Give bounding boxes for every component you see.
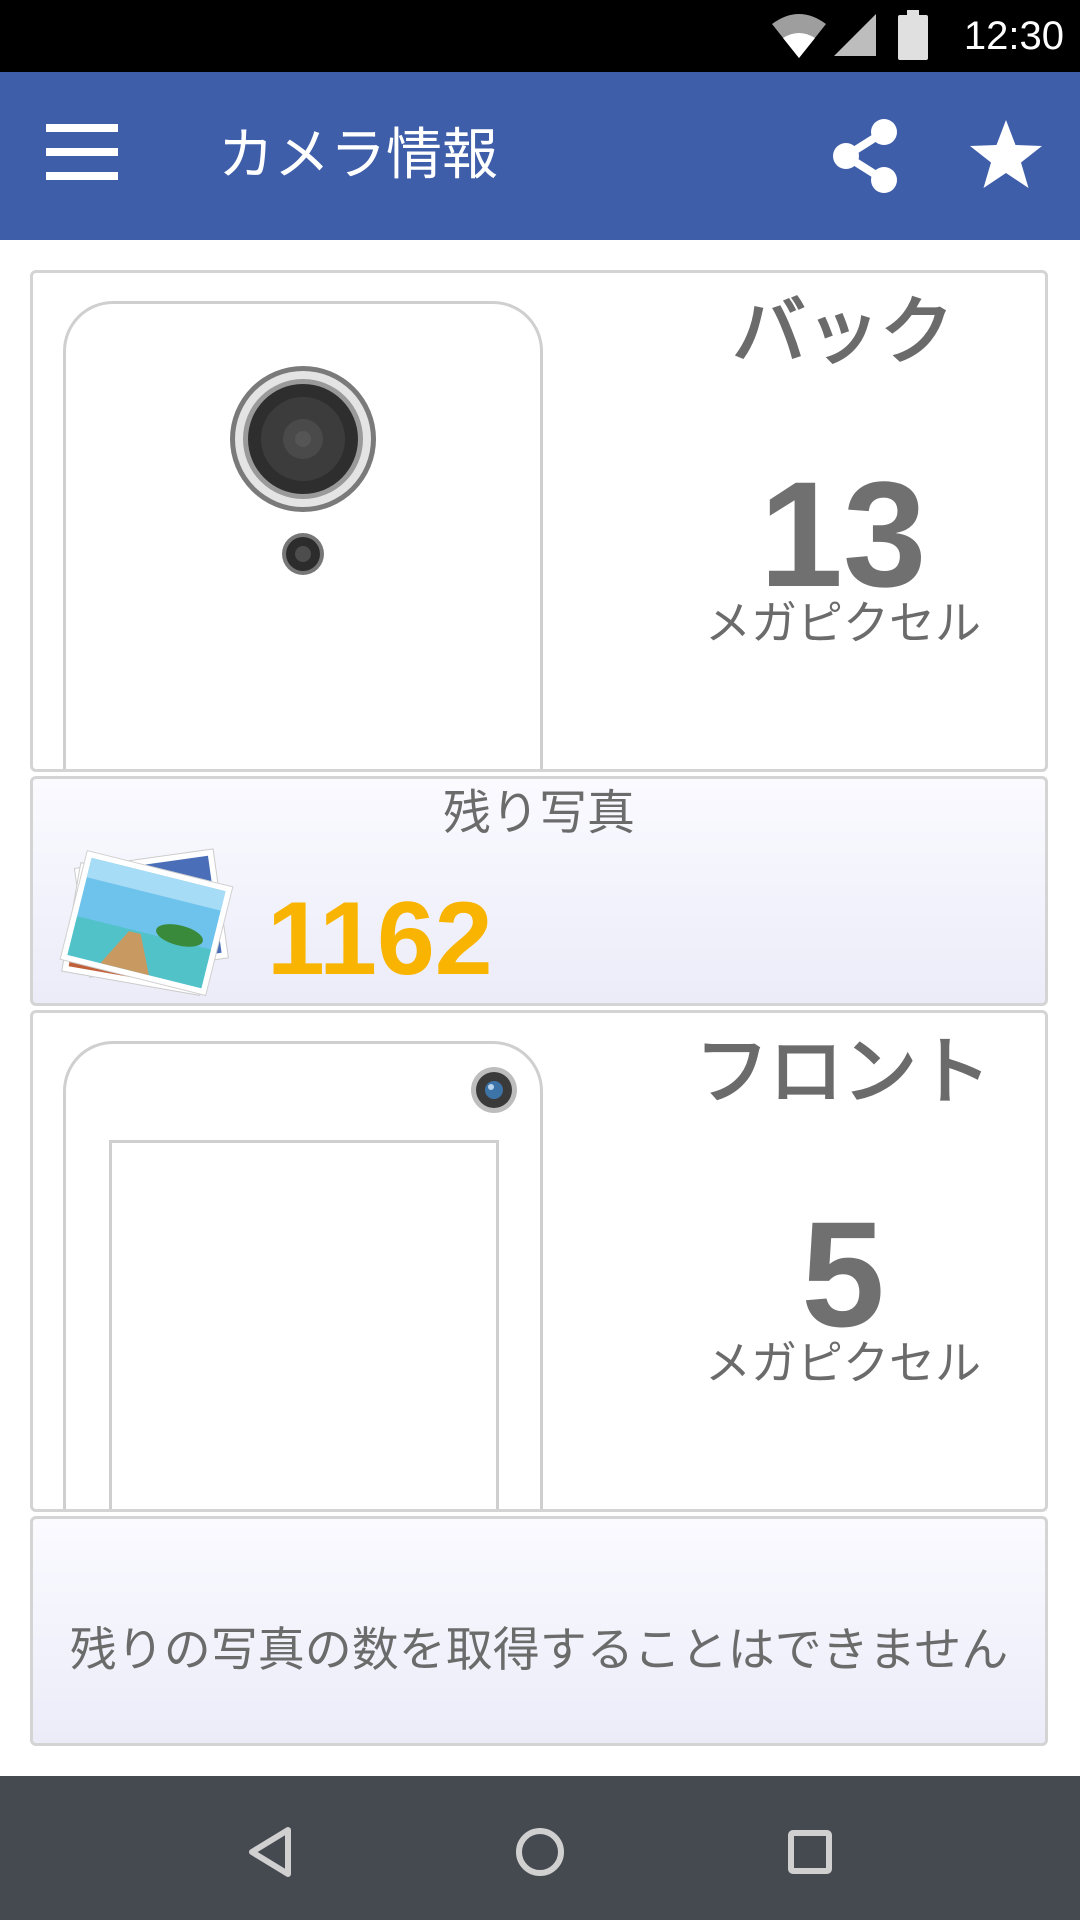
back-remaining-card: 残り写真 1162 (30, 776, 1048, 1006)
front-camera-card: フロント 5 メガピクセル (30, 1010, 1048, 1512)
front-megapixel-value: 5 (801, 1190, 885, 1358)
front-megapixel-unit: メガピクセル (705, 1336, 981, 1390)
star-icon[interactable] (966, 116, 1046, 196)
clock: 12:30 (963, 14, 1064, 58)
back-megapixel-value: 13 (759, 450, 927, 618)
page-title: カメラ情報 (218, 123, 498, 188)
recents-icon[interactable] (770, 1812, 850, 1892)
remaining-photos-label: 残り写真 (442, 785, 635, 841)
back-camera-card: バック 13 メガピクセル (30, 270, 1048, 772)
status-bar: 12:30 (0, 0, 1080, 72)
remaining-photos-count: 1162 (267, 881, 493, 997)
cellular-signal-icon (834, 14, 876, 56)
photos-stack-icon (59, 848, 234, 997)
wifi-icon (772, 14, 826, 58)
share-icon[interactable] (826, 116, 906, 196)
flash-icon (282, 533, 324, 575)
front-remaining-card: 残りの写真の数を取得することはできません (30, 1516, 1048, 1746)
phone-screen (109, 1140, 499, 1509)
navigation-bar (0, 1776, 1080, 1920)
front-camera-label: フロント (695, 1029, 991, 1115)
phone-back-illustration (63, 301, 543, 769)
phone-front-illustration (63, 1041, 543, 1509)
front-camera-lens-icon (471, 1067, 517, 1113)
back-camera-label: バック (732, 289, 954, 375)
back-icon[interactable] (230, 1812, 310, 1892)
home-icon[interactable] (500, 1812, 580, 1892)
rear-camera-lens-icon (230, 366, 376, 512)
menu-icon[interactable] (40, 124, 120, 188)
back-megapixel-unit: メガピクセル (705, 596, 981, 650)
app-bar: カメラ情報 (0, 72, 1080, 240)
remaining-photos-unavailable-message: 残りの写真の数を取得することはできません (69, 1623, 1009, 1678)
battery-icon (898, 10, 928, 60)
